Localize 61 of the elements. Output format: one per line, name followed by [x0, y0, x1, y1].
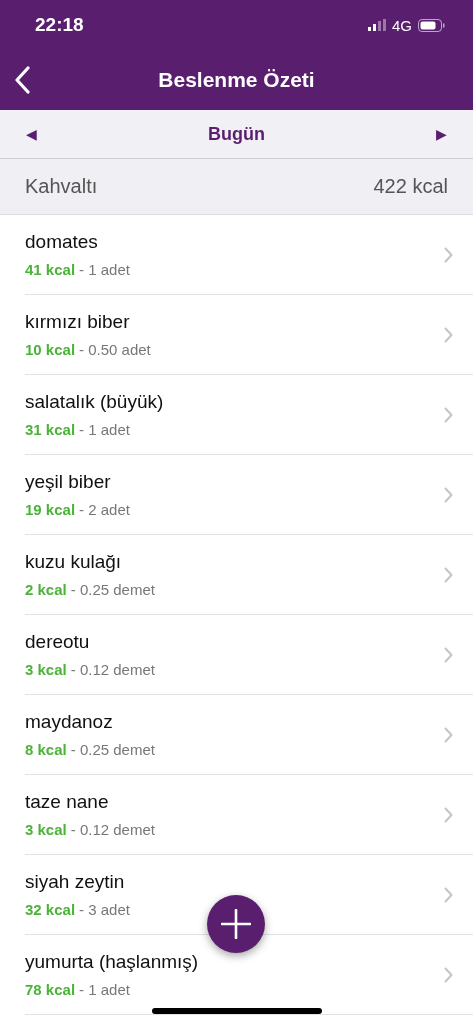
- date-label: Bugün: [208, 123, 265, 145]
- amount-label: - 0.50 adet: [79, 341, 151, 358]
- chevron-right-icon: [444, 326, 453, 343]
- chevron-right-icon: [444, 246, 453, 263]
- calorie-label: 3 kcal: [25, 821, 67, 838]
- calorie-label: 41 kcal: [25, 261, 76, 278]
- chevron-right-icon: [444, 886, 453, 903]
- previous-day-button[interactable]: ◀: [22, 122, 41, 146]
- add-button[interactable]: [207, 895, 265, 953]
- chevron-right-icon: [444, 486, 453, 503]
- food-name: yumurta (haşlanmış): [25, 951, 199, 973]
- plus-icon: [221, 909, 251, 939]
- food-name: kırmızı biber: [25, 311, 131, 333]
- calorie-label: 78 kcal: [25, 981, 76, 998]
- chevron-right-icon: [444, 966, 453, 983]
- amount-label: - 1 adet: [79, 981, 130, 998]
- meal-total: 422 kcal: [373, 175, 448, 198]
- amount-label: - 1 adet: [79, 261, 130, 278]
- food-item[interactable]: yeşil biber 19 kcal - 2 adet: [25, 455, 473, 535]
- food-name: maydanoz: [25, 711, 114, 733]
- food-item[interactable]: domates 41 kcal - 1 adet: [25, 215, 473, 295]
- chevron-left-icon: [14, 66, 30, 94]
- amount-label: - 3 adet: [79, 901, 130, 918]
- food-name: kuzu kulağı: [25, 551, 123, 573]
- food-item[interactable]: salatalık (büyük) 31 kcal - 1 adet: [25, 375, 473, 455]
- amount-label: - 2 adet: [79, 501, 130, 518]
- food-item[interactable]: dereotu 3 kcal - 0.12 demet: [25, 615, 473, 695]
- amount-label: - 0.25 demet: [70, 581, 155, 598]
- food-item[interactable]: taze nane 3 kcal - 0.12 demet: [25, 775, 473, 855]
- signal-icon: [368, 19, 386, 31]
- food-name: domates: [25, 231, 99, 253]
- calorie-label: 31 kcal: [25, 421, 76, 438]
- chevron-right-icon: [444, 406, 453, 423]
- food-name: dereotu: [25, 631, 91, 653]
- amount-label: - 0.12 demet: [70, 661, 155, 678]
- food-name: taze nane: [25, 791, 110, 813]
- calorie-label: 19 kcal: [25, 501, 76, 518]
- calorie-label: 3 kcal: [25, 661, 67, 678]
- chevron-right-icon: [444, 646, 453, 663]
- chevron-right-icon: [444, 566, 453, 583]
- amount-label: - 0.12 demet: [70, 821, 155, 838]
- next-day-button[interactable]: ▶: [432, 122, 451, 146]
- food-name: siyah zeytin: [25, 871, 126, 893]
- status-time: 22:18: [35, 14, 84, 36]
- calorie-label: 32 kcal: [25, 901, 76, 918]
- battery-icon: [418, 18, 445, 32]
- food-name: salatalık (büyük): [25, 391, 164, 413]
- screen-title: Beslenme Özeti: [157, 68, 316, 92]
- food-name: yeşil biber: [25, 471, 112, 493]
- amount-label: - 1 adet: [79, 421, 130, 438]
- calorie-label: 2 kcal: [25, 581, 67, 598]
- food-item[interactable]: maydanoz 8 kcal - 0.25 demet: [25, 695, 473, 775]
- calorie-label: 8 kcal: [25, 741, 67, 758]
- calorie-label: 10 kcal: [25, 341, 76, 358]
- food-item[interactable]: kuzu kulağı 2 kcal - 0.25 demet: [25, 535, 473, 615]
- chevron-right-icon: [444, 726, 453, 743]
- network-label: 4G: [392, 16, 412, 34]
- meal-title: Kahvaltı: [25, 175, 98, 198]
- chevron-right-icon: [444, 806, 453, 823]
- food-item[interactable]: kırmızı biber 10 kcal - 0.50 adet: [25, 295, 473, 375]
- amount-label: - 0.25 demet: [70, 741, 155, 758]
